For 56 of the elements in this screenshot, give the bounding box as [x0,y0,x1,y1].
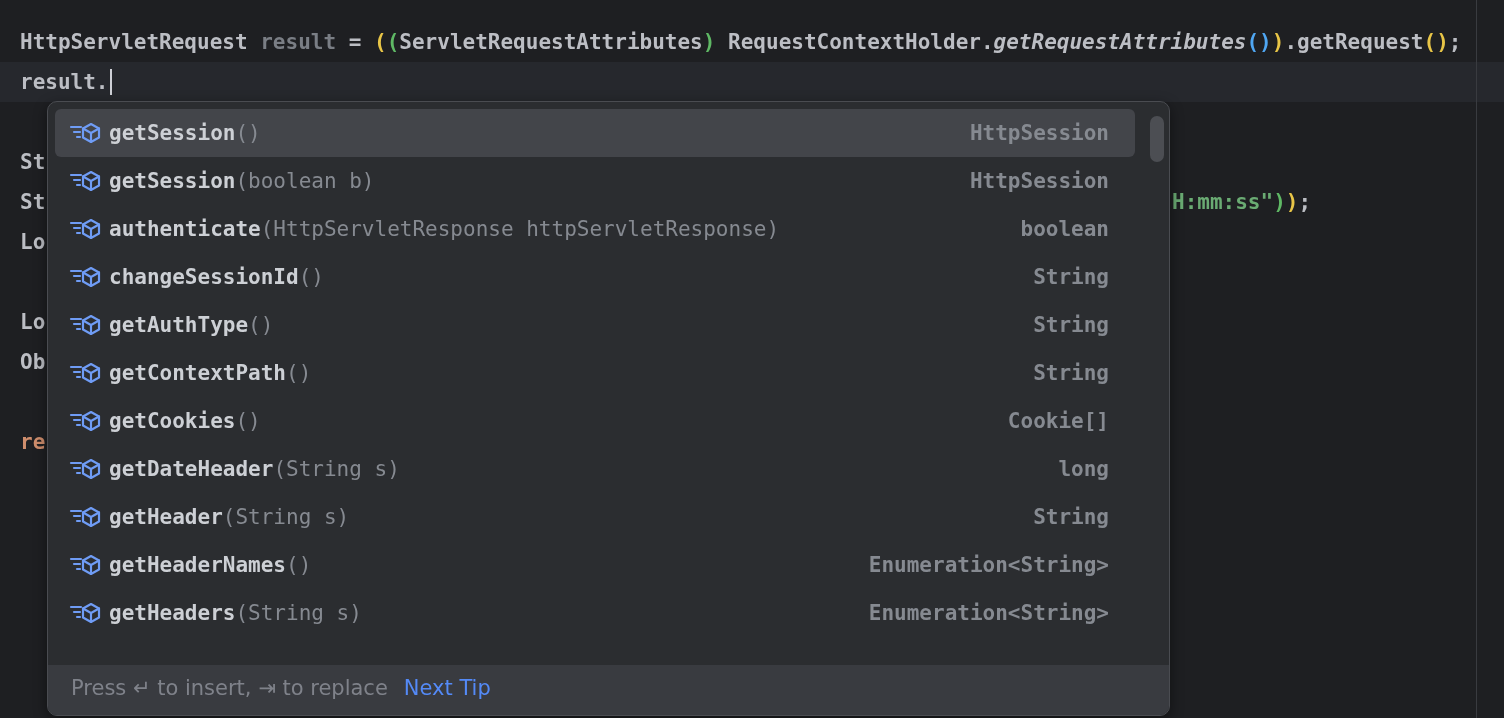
method-icon [69,170,102,192]
method-icon [69,506,102,528]
completion-item[interactable]: getDateHeader(String s) long [55,445,1135,493]
completion-item[interactable]: changeSessionId() String [55,253,1135,301]
completion-item[interactable]: getSession() HttpSession [55,109,1135,157]
completion-item[interactable]: getContextPath() String [55,349,1135,397]
method-icon [69,410,102,432]
method-icon [69,314,102,336]
code-text: Lo [20,310,46,334]
method-signature: getHeaderNames() [109,553,312,577]
method-signature: getHeaders(String s) [109,601,362,625]
completion-item[interactable]: getCookies() Cookie[] [55,397,1135,445]
code-text: re [20,430,46,454]
completion-item[interactable]: getSession(boolean b) HttpSession [55,157,1135,205]
return-type: Cookie[] [1007,409,1109,433]
method-signature: getDateHeader(String s) [109,457,400,481]
method-signature: getSession(boolean b) [109,169,375,193]
method-signature: authenticate(HttpServletResponse httpServletResponse) [109,217,780,241]
scrollbar-thumb[interactable] [1150,116,1164,162]
completion-item[interactable]: getAuthType() String [55,301,1135,349]
text-cursor [109,69,112,95]
return-type: String [1033,313,1109,337]
return-type: long [1058,457,1109,481]
method-signature: getAuthType() [109,313,274,337]
method-icon [69,122,102,144]
return-type: String [1033,361,1109,385]
code-fragment: St [20,190,47,214]
return-type: Enumeration<String> [868,553,1109,577]
code-text: result. [20,70,109,94]
code-text: Lo [20,230,46,254]
method-icon [69,458,102,480]
completion-item[interactable]: getHeaders(String s) Enumeration<String> [55,589,1135,637]
method-signature: getHeader(String s) [109,505,350,529]
method-icon [69,266,102,288]
return-type: boolean [1020,217,1109,241]
completion-item[interactable]: getHeaderNames() Enumeration<String> [55,541,1135,589]
code-text: HttpServletRequest result = ((ServletRequestAttributes) RequestContextHolder.getRequestAttributes()).getRequest(); [20,30,1462,54]
method-icon [69,554,102,576]
code-text: Ob [20,350,46,374]
return-type: Enumeration<String> [868,601,1109,625]
method-icon [69,362,102,384]
method-signature: getCookies() [109,409,261,433]
method-signature: getSession() [109,121,261,145]
return-type: HttpSession [969,121,1109,145]
method-icon [69,218,102,240]
method-icon [69,602,102,624]
code-fragment: H:mm:ss")); [1172,190,1313,214]
method-signature: getContextPath() [109,361,312,385]
completion-item[interactable]: getHeader(String s) String [55,493,1135,541]
code-text: St [20,150,46,174]
completion-item[interactable]: authenticate(HttpServletResponse httpServletResponse) boolean [55,205,1135,253]
return-type: String [1033,265,1109,289]
return-type: HttpSession [969,169,1109,193]
method-signature: changeSessionId() [109,265,324,289]
hint-text: Press ↵ to insert, ⇥ to replace [71,676,388,700]
return-type: String [1033,505,1109,529]
